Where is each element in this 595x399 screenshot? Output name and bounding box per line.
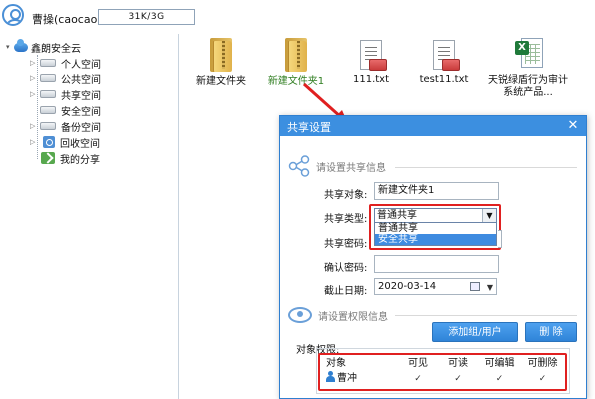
sidebar-item-label: 公共空间 <box>61 74 101 86</box>
confirm-password-label: 确认密码: <box>324 263 368 274</box>
sidebar-item-label: 回收空间 <box>60 138 100 150</box>
sidebar-item-shared[interactable]: ▷ 共享空间 <box>30 86 101 102</box>
divider <box>395 167 577 168</box>
collapse-icon[interactable]: ▾ <box>6 43 14 51</box>
file-item[interactable]: X 天锐绿盾行为审计系统产品... <box>485 38 571 99</box>
file-item-selected[interactable]: 新建文件夹1 <box>261 38 331 88</box>
confirm-password-field[interactable] <box>374 255 499 273</box>
quota-indicator: 31K/3G <box>98 9 195 25</box>
table-row[interactable]: 曹冲 ✓ ✓ ✓ ✓ <box>322 371 564 387</box>
expand-icon[interactable]: ▷ <box>30 74 38 82</box>
sidebar-item-recycle[interactable]: ▷ 回收空间 <box>30 134 100 150</box>
sidebar-item-secure[interactable]: 安全空间 <box>30 102 101 118</box>
cloud-icon <box>14 38 28 52</box>
header: 曹操(caocao) 31K/3G <box>0 0 595 34</box>
expire-date-picker[interactable]: 2020-03-14 ▼ <box>374 278 497 295</box>
share-info-section-header: 请设置共享信息 <box>288 155 386 177</box>
table-header: 对象 可见 可读 可编辑 可删除 <box>322 356 564 371</box>
expire-date-label: 截止日期: <box>324 286 368 297</box>
calendar-icon[interactable] <box>470 282 480 291</box>
permissions-table: 对象 可见 可读 可编辑 可删除 曹冲 ✓ ✓ ✓ ✓ <box>322 356 564 392</box>
read-checkbox[interactable]: ✓ <box>438 371 478 387</box>
recycle-icon <box>43 136 55 148</box>
folder-icon <box>285 38 307 72</box>
sidebar-item-label: 共享空间 <box>61 90 101 102</box>
section-title: 请设置共享信息 <box>316 162 386 174</box>
expire-date-value: 2020-03-14 <box>378 281 437 292</box>
file-name: 新建文件夹1 <box>267 76 325 87</box>
column-header: 可读 <box>448 358 468 369</box>
share-password-label: 共享密码: <box>324 239 368 250</box>
file-item[interactable]: 111.txt <box>336 40 406 86</box>
text-file-icon <box>433 40 460 71</box>
sidebar-item-public[interactable]: ▷ 公共空间 <box>30 70 101 86</box>
user-name: 曹操(caocao) <box>32 13 102 26</box>
visible-checkbox[interactable]: ✓ <box>398 371 438 387</box>
divider <box>395 315 577 316</box>
sidebar-item-label: 个人空间 <box>61 59 101 71</box>
column-header: 可编辑 <box>484 358 515 369</box>
drive-icon <box>40 74 56 82</box>
share-settings-dialog: 共享设置 ✕ 请设置共享信息 共享对象: 新建文件夹1 共享类型: 普通共享 ▼… <box>279 115 587 399</box>
share-icon <box>41 152 55 164</box>
share-type-dropdown: 普通共享 安全共享 <box>374 222 497 246</box>
delete-button[interactable]: 删 除 <box>525 322 577 342</box>
permission-object-cell: 曹冲 <box>322 371 398 387</box>
sidebar-item-label: 安全空间 <box>61 106 101 118</box>
dialog-titlebar[interactable]: 共享设置 ✕ <box>280 116 586 136</box>
file-name: 新建文件夹 <box>196 76 246 87</box>
avatar[interactable] <box>2 4 24 26</box>
file-item[interactable]: test11.txt <box>409 40 479 86</box>
tree-root[interactable]: ▾ 鑫朗安全云 <box>6 38 81 55</box>
expand-icon[interactable]: ▷ <box>30 122 38 130</box>
file-manager-window: 曹操(caocao) 31K/3G ▾ 鑫朗安全云 ▷ 个人空间 ▷ 公共空间 … <box>0 0 595 399</box>
sidebar-item-label: 备份空间 <box>61 122 101 134</box>
spreadsheet-icon: X <box>515 38 543 72</box>
delete-checkbox[interactable]: ✓ <box>521 371 564 387</box>
sidebar-item-backup[interactable]: ▷ 备份空间 <box>30 118 101 134</box>
file-name: 111.txt <box>352 74 390 85</box>
section-title: 请设置权限信息 <box>318 311 388 323</box>
edit-checkbox[interactable]: ✓ <box>478 371 521 387</box>
drive-icon <box>40 106 56 114</box>
file-name: test11.txt <box>419 74 469 85</box>
chevron-down-icon[interactable]: ▼ <box>482 209 496 222</box>
tree-root-label: 鑫朗安全云 <box>31 43 81 55</box>
chevron-down-icon[interactable]: ▼ <box>487 280 493 295</box>
sidebar-item-label: 我的分享 <box>60 154 100 166</box>
file-name: 天锐绿盾行为审计系统产品... <box>488 75 568 98</box>
share-network-icon <box>288 155 310 177</box>
add-group-user-button[interactable]: 添加组/用户 <box>432 322 518 342</box>
share-type-select[interactable]: 普通共享 ▼ <box>374 208 497 223</box>
sidebar-divider <box>178 34 179 399</box>
text-file-icon <box>360 40 387 71</box>
share-type-value: 普通共享 <box>377 210 417 221</box>
sidebar-item-personal[interactable]: ▷ 个人空间 <box>30 55 101 71</box>
close-icon[interactable]: ✕ <box>565 117 581 135</box>
folder-icon <box>210 38 232 72</box>
column-header: 对象 <box>326 358 346 369</box>
file-item[interactable]: 新建文件夹 <box>186 38 256 88</box>
column-header: 可删除 <box>527 358 558 369</box>
permission-section-header: 请设置权限信息 <box>288 305 388 325</box>
expand-icon[interactable]: ▷ <box>30 138 38 146</box>
user-icon <box>326 371 335 382</box>
share-password-field[interactable] <box>498 230 502 248</box>
permission-object-name: 曹冲 <box>337 373 357 384</box>
share-object-field[interactable]: 新建文件夹1 <box>374 182 499 200</box>
share-type-label: 共享类型: <box>324 214 368 225</box>
sidebar-item-my-shares[interactable]: 我的分享 <box>30 150 100 166</box>
eye-icon <box>288 307 312 323</box>
expand-icon[interactable]: ▷ <box>30 90 38 98</box>
drive-icon <box>40 122 56 130</box>
share-type-option[interactable]: 普通共享 <box>375 223 496 234</box>
expand-icon[interactable]: ▷ <box>30 59 38 67</box>
dialog-title: 共享设置 <box>287 121 331 134</box>
column-header: 可见 <box>408 358 428 369</box>
share-type-option-highlighted[interactable]: 安全共享 <box>375 234 496 245</box>
drive-icon <box>40 90 56 98</box>
share-object-label: 共享对象: <box>324 190 368 201</box>
drive-icon <box>40 59 56 67</box>
